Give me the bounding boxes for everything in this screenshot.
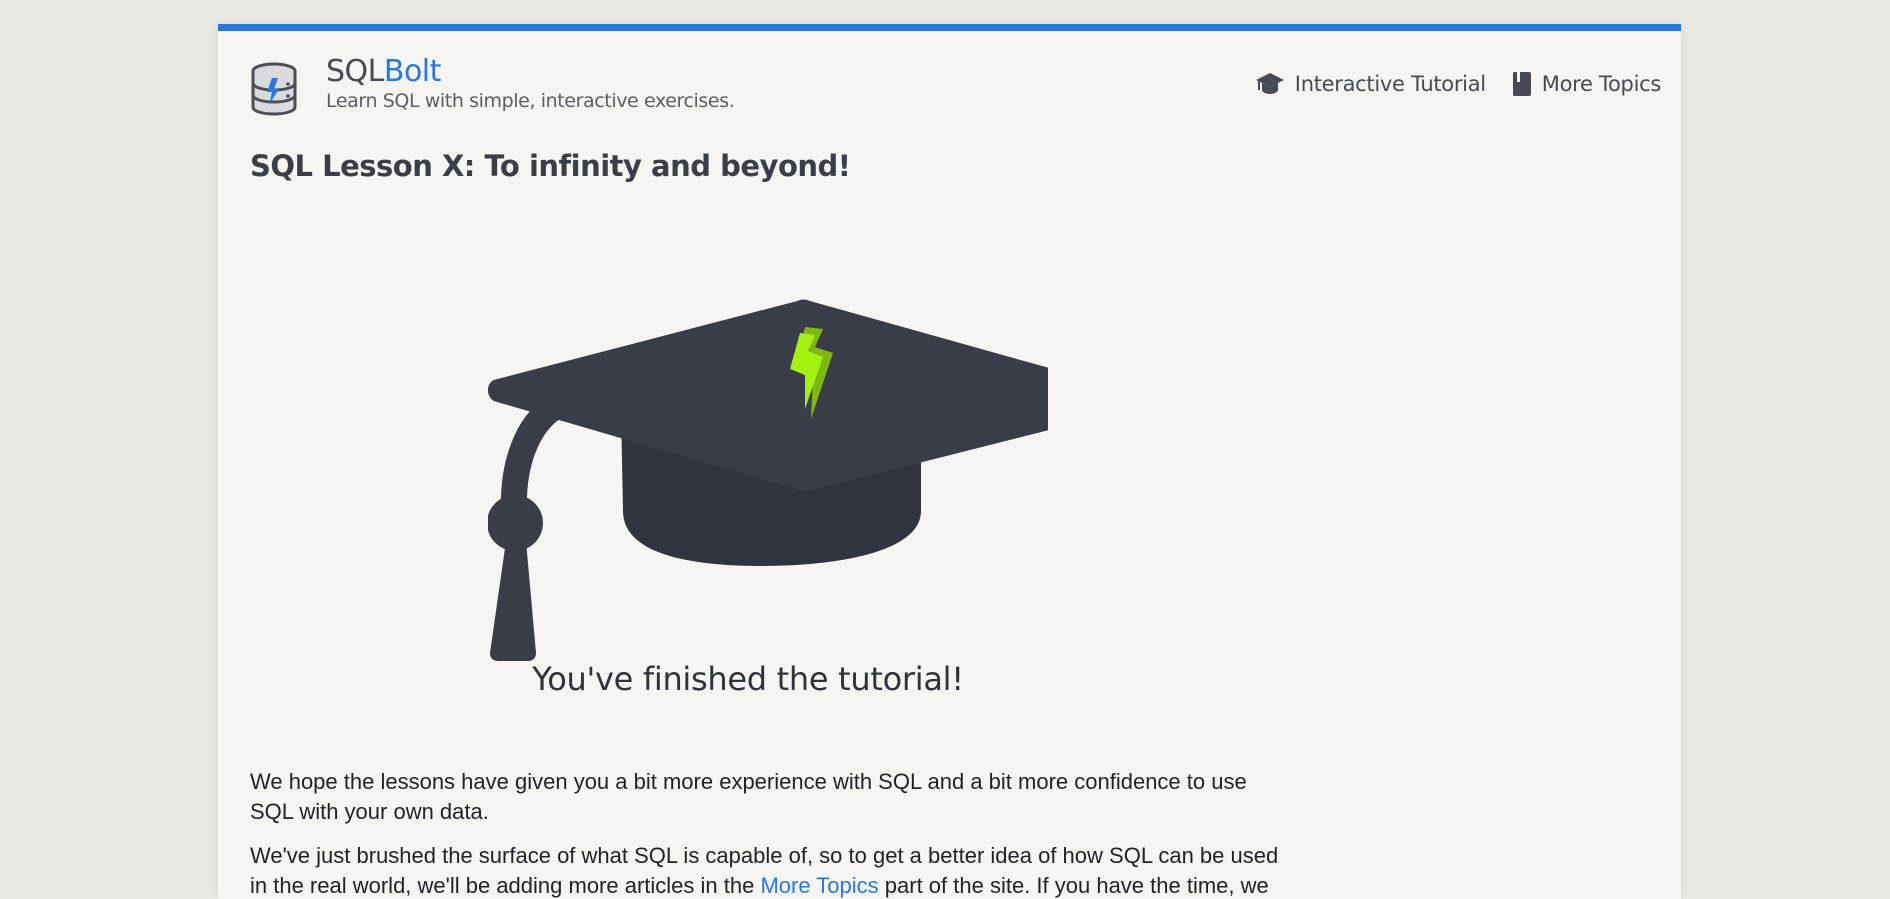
finished-message: You've finished the tutorial! xyxy=(532,660,964,698)
database-bolt-icon[interactable] xyxy=(250,61,298,117)
nav-label: More Topics xyxy=(1541,72,1662,96)
lesson-title: SQL Lesson X: To infinity and beyond! xyxy=(250,149,851,183)
site-tagline: Learn SQL with simple, interactive exerc… xyxy=(326,90,735,112)
brand[interactable]: SQLBolt Learn SQL with simple, interacti… xyxy=(326,54,735,112)
nav-label: Interactive Tutorial xyxy=(1294,72,1486,96)
brand-prefix: SQL xyxy=(326,54,384,89)
paragraph-text: part of the site. If you have the time, … xyxy=(878,873,1269,898)
graduation-cap-bolt-icon xyxy=(488,299,1048,661)
page-container: SQLBolt Learn SQL with simple, interacti… xyxy=(218,24,1681,899)
brand-accent: Bolt xyxy=(383,54,442,89)
nav-interactive-tutorial[interactable]: Interactive Tutorial xyxy=(1255,71,1486,97)
book-icon xyxy=(1512,72,1531,96)
top-nav: Interactive Tutorial More Topics xyxy=(1255,71,1661,97)
paragraph: We hope the lessons have given you a bit… xyxy=(250,769,1247,824)
paragraph: We've just brushed the surface of what S… xyxy=(250,841,1280,899)
lesson-body: We hope the lessons have given you a bit… xyxy=(250,767,1280,899)
site-title[interactable]: SQLBolt xyxy=(326,54,734,90)
graduation-cap-icon xyxy=(1255,73,1284,94)
nav-more-topics[interactable]: More Topics xyxy=(1512,71,1661,97)
more-topics-link[interactable]: More Topics xyxy=(760,873,878,898)
